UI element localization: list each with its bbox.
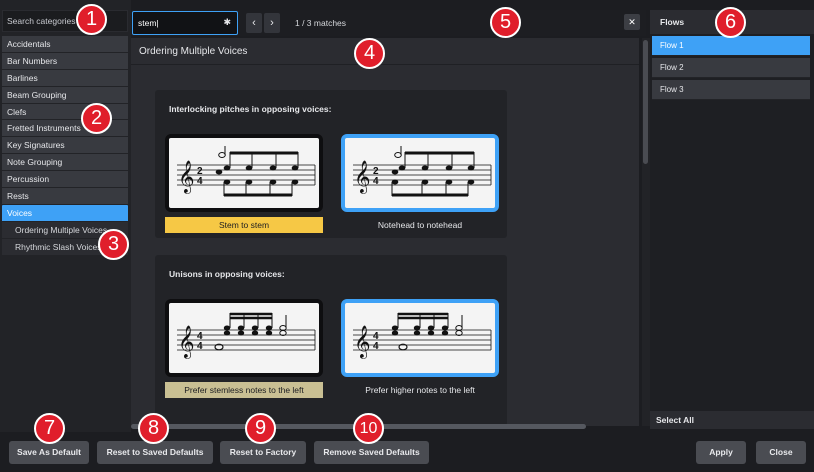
category-item[interactable]: Rests xyxy=(2,188,128,205)
callout-5: 5 xyxy=(490,7,521,38)
scrollbar-thumb[interactable] xyxy=(643,40,648,164)
music-notation-icon: 𝄞 4 4 xyxy=(177,312,316,359)
close-find-button[interactable]: ✕ xyxy=(624,14,640,30)
category-item-voices[interactable]: Voices xyxy=(2,204,128,222)
category-item[interactable]: Barlines xyxy=(2,69,128,87)
notation-example-image[interactable]: 𝄞 2 4 xyxy=(341,134,499,212)
callout-9: 9 xyxy=(245,413,276,444)
svg-text:𝄞: 𝄞 xyxy=(354,325,371,359)
svg-text:𝄞: 𝄞 xyxy=(354,160,371,194)
option-label[interactable]: Notehead to notehead xyxy=(341,217,499,233)
callout-10: 10 xyxy=(353,413,384,444)
page-title: Ordering Multiple Voices xyxy=(139,46,248,57)
callout-2: 2 xyxy=(81,103,112,134)
next-match-button[interactable]: › xyxy=(264,13,280,33)
apply-button[interactable]: Apply xyxy=(696,441,746,464)
flows-panel: Flows Flow 1 Flow 2 Flow 3 xyxy=(650,10,814,426)
option-label[interactable]: Prefer stemless notes to the left xyxy=(165,382,323,398)
flow-item[interactable]: Flow 1 xyxy=(652,36,810,56)
flow-item[interactable]: Flow 2 xyxy=(652,58,810,78)
title-divider xyxy=(131,64,639,65)
find-input[interactable]: stem| ✱ xyxy=(132,11,238,35)
callout-6: 6 xyxy=(715,7,746,38)
reset-to-factory-button[interactable]: Reset to Factory xyxy=(220,441,306,464)
find-toolbar: stem| ✱ ‹ › 1 / 3 matches xyxy=(131,10,646,36)
chevron-right-icon: › xyxy=(270,17,274,29)
category-item[interactable]: Bar Numbers xyxy=(2,52,128,70)
category-item[interactable]: Key Signatures xyxy=(2,137,128,155)
clear-search-icon[interactable]: ✱ xyxy=(223,17,231,28)
category-item[interactable]: Note Grouping xyxy=(2,154,128,172)
notation-example-image[interactable]: 𝄞 4 4 xyxy=(341,299,499,377)
callout-1: 1 xyxy=(76,4,107,35)
svg-text:𝄞: 𝄞 xyxy=(178,160,195,194)
svg-text:4: 4 xyxy=(197,176,203,187)
match-count: 1 / 3 matches xyxy=(295,18,347,28)
svg-text:4: 4 xyxy=(197,341,203,352)
svg-text:𝄞: 𝄞 xyxy=(178,325,195,359)
music-notation-icon: 𝄞 2 4 xyxy=(353,146,492,197)
options-content: Ordering Multiple Voices Interlocking pi… xyxy=(131,38,639,426)
callout-7: 7 xyxy=(34,413,65,444)
notation-example-image[interactable]: 𝄞 4 4 xyxy=(165,299,323,377)
reset-to-saved-defaults-button[interactable]: Reset to Saved Defaults xyxy=(97,441,213,464)
panel-title: Unisons in opposing voices: xyxy=(169,269,285,279)
category-list: Accidentals Bar Numbers Barlines Beam Gr… xyxy=(2,36,128,256)
callout-8: 8 xyxy=(138,413,169,444)
vertical-scrollbar[interactable] xyxy=(642,38,650,426)
category-item[interactable]: Accidentals xyxy=(2,36,128,53)
save-as-default-button[interactable]: Save As Default xyxy=(9,441,89,464)
category-item[interactable]: Percussion xyxy=(2,171,128,189)
remove-saved-defaults-button[interactable]: Remove Saved Defaults xyxy=(314,441,429,464)
option-panel-unisons: Unisons in opposing voices: 𝄞 4 4 Prefer… xyxy=(155,255,507,426)
find-input-value: stem xyxy=(138,18,157,28)
panel-title: Interlocking pitches in opposing voices: xyxy=(169,104,332,114)
previous-match-button[interactable]: ‹ xyxy=(246,13,262,33)
option-label[interactable]: Stem to stem xyxy=(165,217,323,233)
close-button[interactable]: Close xyxy=(756,441,806,464)
select-all-button[interactable]: Select All xyxy=(650,411,814,429)
callout-3: 3 xyxy=(98,229,129,260)
svg-text:4: 4 xyxy=(373,341,379,352)
option-label[interactable]: Prefer higher notes to the left xyxy=(341,382,499,398)
close-icon: ✕ xyxy=(628,17,636,27)
music-notation-icon: 𝄞 2 4 xyxy=(177,146,316,197)
category-search-input[interactable]: Search categories xyxy=(2,10,128,32)
category-sidebar: Search categories Accidentals Bar Number… xyxy=(0,0,131,432)
notation-example-image[interactable]: 𝄞 2 4 xyxy=(165,134,323,212)
option-panel-interlocking: Interlocking pitches in opposing voices:… xyxy=(155,90,507,238)
svg-text:4: 4 xyxy=(373,176,379,187)
category-item[interactable]: Beam Grouping xyxy=(2,86,128,104)
chevron-left-icon: ‹ xyxy=(252,17,256,29)
callout-4: 4 xyxy=(354,38,385,69)
music-notation-icon: 𝄞 4 4 xyxy=(353,312,492,359)
flow-item[interactable]: Flow 3 xyxy=(652,80,810,100)
